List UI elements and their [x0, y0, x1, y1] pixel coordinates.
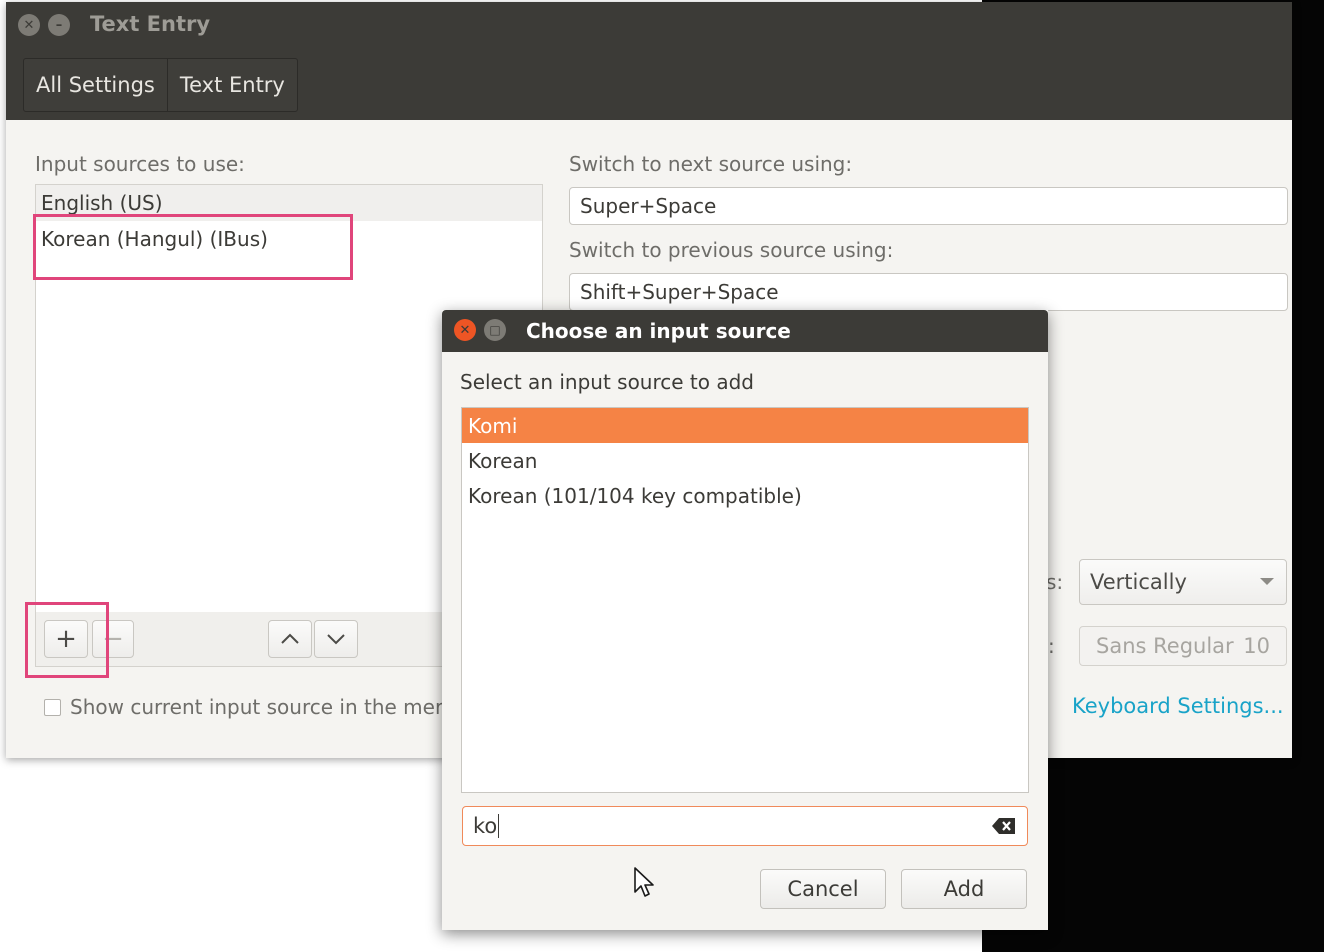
previous-source-label: Switch to previous source using: — [569, 238, 894, 262]
input-source-options-list[interactable]: Komi Korean Korean (101/104 key compatib… — [461, 407, 1029, 793]
maximize-icon[interactable]: □ — [484, 319, 506, 341]
close-icon[interactable]: ✕ — [454, 319, 476, 341]
choose-input-source-dialog: ✕ □ Choose an input source Select an inp… — [442, 310, 1048, 930]
font-label: : — [1048, 634, 1055, 658]
text-caret — [498, 814, 500, 838]
search-input[interactable]: ko — [462, 806, 1028, 846]
list-item[interactable]: Korean (101/104 key compatible) — [462, 478, 1028, 513]
keyboard-settings-link[interactable]: Keyboard Settings... — [1072, 694, 1284, 718]
chevron-up-icon — [281, 633, 299, 644]
input-sources-label: Input sources to use: — [35, 152, 245, 176]
chevron-down-icon — [327, 634, 345, 645]
show-source-checkbox[interactable] — [44, 698, 61, 716]
list-item[interactable]: Korean — [462, 443, 1028, 478]
font-name: Sans Regular — [1096, 634, 1234, 658]
breadcrumb: All Settings Text Entry — [23, 58, 298, 112]
clear-icon[interactable] — [991, 817, 1017, 835]
dropdown-arrow-icon — [1260, 578, 1274, 585]
cancel-button[interactable]: Cancel — [760, 869, 886, 909]
font-size: 10 — [1243, 634, 1270, 658]
highlight-annotation-source — [33, 214, 353, 280]
window-title: Text Entry — [90, 12, 211, 36]
close-icon[interactable]: ✕ — [18, 14, 40, 36]
mouse-pointer-icon — [634, 867, 654, 897]
show-source-row[interactable]: Show current input source in the mer — [44, 695, 443, 719]
font-button[interactable]: Sans Regular 10 — [1079, 626, 1287, 666]
window-titlebar: ✕ – Text Entry All Settings Text Entry — [6, 2, 1292, 120]
list-item[interactable]: Komi — [462, 408, 1028, 443]
move-down-button[interactable] — [314, 620, 358, 658]
show-source-label: Show current input source in the mer — [70, 695, 444, 719]
orientation-select[interactable]: Vertically — [1079, 559, 1287, 605]
previous-source-shortcut-field[interactable]: Shift+Super+Space — [569, 273, 1288, 311]
next-source-label: Switch to next source using: — [569, 152, 853, 176]
minimize-icon[interactable]: – — [48, 14, 70, 36]
orientation-value: Vertically — [1090, 570, 1187, 594]
move-up-button[interactable] — [268, 620, 312, 658]
dialog-title: Choose an input source — [526, 319, 791, 343]
dialog-titlebar: ✕ □ Choose an input source — [442, 310, 1048, 352]
breadcrumb-text-entry[interactable]: Text Entry — [166, 59, 297, 111]
next-source-shortcut-field[interactable]: Super+Space — [569, 187, 1288, 225]
orientation-label: s: — [1046, 570, 1064, 594]
breadcrumb-all-settings[interactable]: All Settings — [24, 59, 167, 111]
dialog-prompt: Select an input source to add — [460, 370, 755, 394]
highlight-annotation-add — [25, 602, 109, 678]
add-button[interactable]: Add — [901, 869, 1027, 909]
search-value: ko — [473, 814, 498, 838]
